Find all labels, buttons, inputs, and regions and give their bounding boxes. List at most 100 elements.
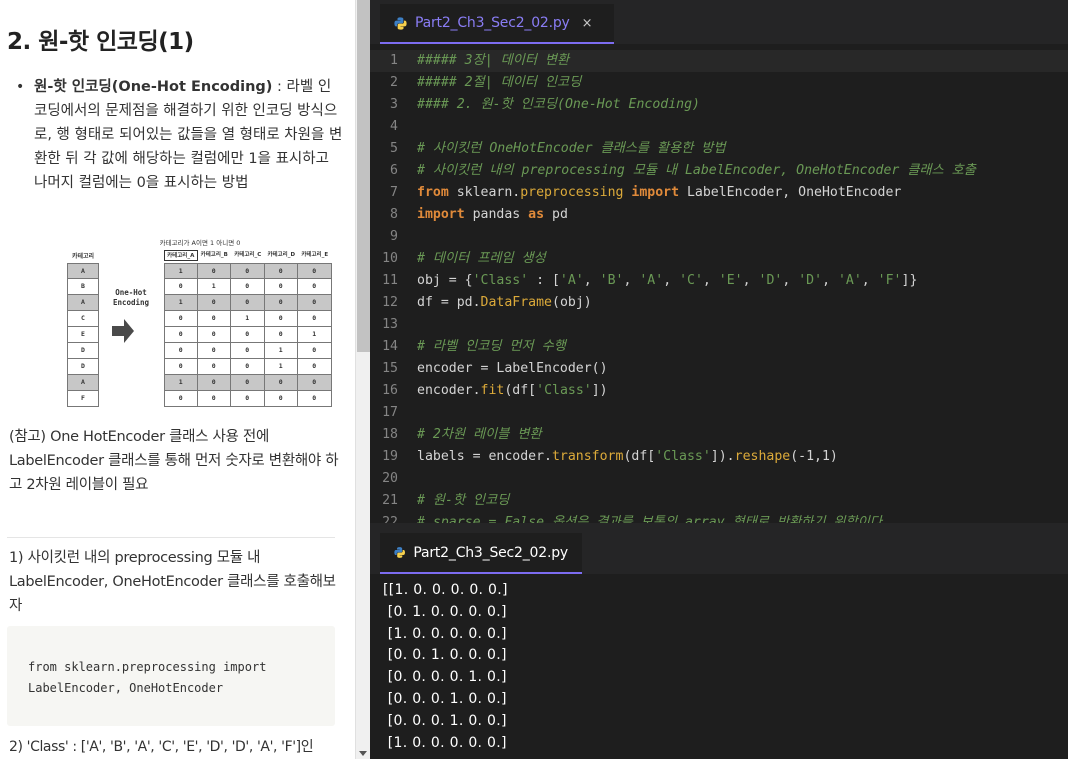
diagram-matrix-cell: 0 [298,343,332,359]
output-console: [[1. 0. 0. 0. 0. 0.] [0. 1. 0. 0. 0. 0.]… [370,574,1068,759]
definition-term: 원-핫 인코딩(One-Hot Encoding) [34,79,273,95]
diagram-matrix-row: 00100 [164,311,332,327]
diagram-category-column: ABACEDDAF [67,263,99,407]
line-number: 17 [382,405,398,420]
diagram-matrix-cell: 0 [264,295,298,311]
code-text: # 라벨 인코딩 먼저 수행 [417,336,566,358]
code-line[interactable]: 13 [370,314,1068,336]
code-line[interactable]: 2 ##### 2절| 데이터 인코딩 [370,72,1068,94]
diagram-matrix-cell: 1 [164,263,198,279]
code-line[interactable]: 11 obj = {'Class' : ['A', 'B', 'A', 'C', … [370,270,1068,292]
code-line[interactable]: 15 encoder = LabelEncoder() [370,358,1068,380]
one-hot-diagram: 카테고리가 A이면 1 아니면 0 카테고리 카테고리_A 카테고리_B 카테고리_… [65,233,335,408]
code-line[interactable]: 20 [370,468,1068,490]
code-token: 'Class' [655,449,711,464]
editor-tab-bar: Part2_Ch3_Sec2_02.py × [370,0,1068,44]
code-line[interactable]: 14 # 라벨 인코딩 먼저 수행 [370,336,1068,358]
diagram-category-cell: C [67,311,99,327]
code-token: (-1,1) [790,449,838,464]
diagram-matrix-cell: 0 [231,391,265,407]
code-token: , [583,273,600,288]
section-divider [7,537,335,538]
code-line[interactable]: 19 labels = encoder.transform(df['Class']… [370,446,1068,468]
code-line[interactable]: 1 ##### 3장| 데이터 변환 [370,50,1068,72]
code-line[interactable]: 5 # 사이킷런 OneHotEncoder 클래스를 활용한 방법 [370,138,1068,160]
code-line[interactable]: 9 [370,226,1068,248]
code-token: ##### 3장| 데이터 변환 [417,53,570,68]
output-line: [[1. 0. 0. 0. 0. 0.] [383,582,508,598]
output-tab-bar: Part2_Ch3_Sec2_02.py [370,523,1068,574]
scrollbar-thumb[interactable] [357,0,370,352]
diagram-matrix-cell: 0 [298,263,332,279]
code-token: 'C' [679,273,703,288]
diagram-column-headers: 카테고리_A 카테고리_B 카테고리_C 카테고리_D 카테고리_E [164,250,332,261]
diagram-matrix-cell: 0 [298,279,332,295]
code-token: import [417,207,465,222]
code-line[interactable]: 22 # sparse = False 옵션은 결과를 보통의 array 형태로… [370,512,1068,523]
code-line[interactable]: 12 df = pd.DataFrame(obj) [370,292,1068,314]
diagram-matrix-cell: 0 [231,359,265,375]
code-token: , [742,273,759,288]
tab-output[interactable]: Part2_Ch3_Sec2_02.py [380,533,582,574]
diagram-matrix-cell: 1 [231,311,265,327]
diagram-matrix-cell: 0 [197,375,231,391]
code-line[interactable]: 10 # 데이터 프레임 생성 [370,248,1068,270]
diagram-matrix-cell: 0 [264,279,298,295]
code-line[interactable]: 17 [370,402,1068,424]
lesson-panel[interactable]: 2. 원-핫 인코딩(1) • 원-핫 인코딩(One-Hot Encoding… [0,0,355,759]
diagram-matrix-row: 00010 [164,343,332,359]
output-line: [0. 0. 0. 1. 0. 0.] [383,712,507,729]
code-text: # 사이킷런 내의 preprocessing 모듈 내 LabelEncode… [417,160,976,182]
code-line[interactable]: 8 import pandas as pd [370,204,1068,226]
code-line[interactable]: 21 # 원-핫 인코딩 [370,490,1068,512]
line-number: 20 [382,471,398,486]
diagram-matrix-cell: 0 [231,343,265,359]
diagram-matrix-cell: 0 [264,263,298,279]
code-token: ]} [901,273,918,288]
python-icon [394,16,407,30]
scroll-down-arrow-icon[interactable] [359,751,367,756]
code-token: ]). [710,449,735,464]
code-snippet-line: from sklearn.preprocessing import [28,660,267,674]
code-token: (obj) [552,295,592,310]
diagram-matrix-cell: 0 [231,327,265,343]
diagram-matrix-cell: 0 [197,327,231,343]
code-token: LabelEncoder, OneHotEncoder [679,185,902,200]
code-text: # 2차원 레이블 변환 [417,424,542,446]
code-token: encoder. [417,383,481,398]
diagram-matrix-row: 01000 [164,279,332,295]
diagram-matrix-cell: 0 [197,295,231,311]
output-line: [0. 0. 0. 0. 1. 0.] [383,669,507,686]
code-text: # sparse = False 옵션은 결과를 보통의 array 형태로 반… [417,512,882,523]
code-line[interactable]: 18 # 2차원 레이블 변환 [370,424,1068,446]
encoding-label-line2: Encoding [112,298,150,307]
code-text: #### 2. 원-핫 인코딩(One-Hot Encoding) [417,94,700,116]
code-token: , [702,273,719,288]
diagram-caption: 카테고리가 A이면 1 아니면 0 [159,239,241,247]
step-1-text: 1) 사이킷런 내의 preprocessing 모듈 내 LabelEncod… [9,550,336,614]
code-line[interactable]: 16 encoder.fit(df['Class']) [370,380,1068,402]
code-line[interactable]: 6 # 사이킷런 내의 preprocessing 모듈 내 LabelEncod… [370,160,1068,182]
diagram-matrix-cell: 0 [164,327,198,343]
code-token: # 사이킷런 내의 preprocessing 모듈 내 LabelEncode… [417,163,976,178]
line-number: 4 [390,119,398,134]
diagram-category-cell: D [67,359,99,375]
code-token: # sparse = False 옵션은 결과를 보통의 array 형태로 반… [417,515,882,523]
code-token: , [861,273,878,288]
code-line[interactable]: 4 [370,116,1068,138]
code-area[interactable]: 1 ##### 3장| 데이터 변환 2 ##### 2절| 데이터 인코딩 3 ####… [370,44,1068,523]
code-token: fit [480,383,505,398]
line-number: 19 [382,449,398,464]
line-number: 21 [382,493,398,508]
output-line: [0. 0. 0. 1. 0. 0.] [383,690,507,707]
lesson-scrollbar[interactable] [355,0,370,759]
tab-editor-file[interactable]: Part2_Ch3_Sec2_02.py × [380,4,614,44]
code-text: # 원-핫 인코딩 [417,490,509,512]
code-line[interactable]: 7 from sklearn.preprocessing import Label… [370,182,1068,204]
line-number: 12 [382,295,398,310]
code-token: # 사이킷런 OneHotEncoder 클래스를 활용한 방법 [417,141,726,156]
diagram-category-cell: F [67,391,99,407]
code-text: from sklearn.preprocessing import LabelE… [417,182,901,204]
tab-close-icon[interactable]: × [582,16,593,31]
code-line[interactable]: 3 #### 2. 원-핫 인코딩(One-Hot Encoding) [370,94,1068,116]
